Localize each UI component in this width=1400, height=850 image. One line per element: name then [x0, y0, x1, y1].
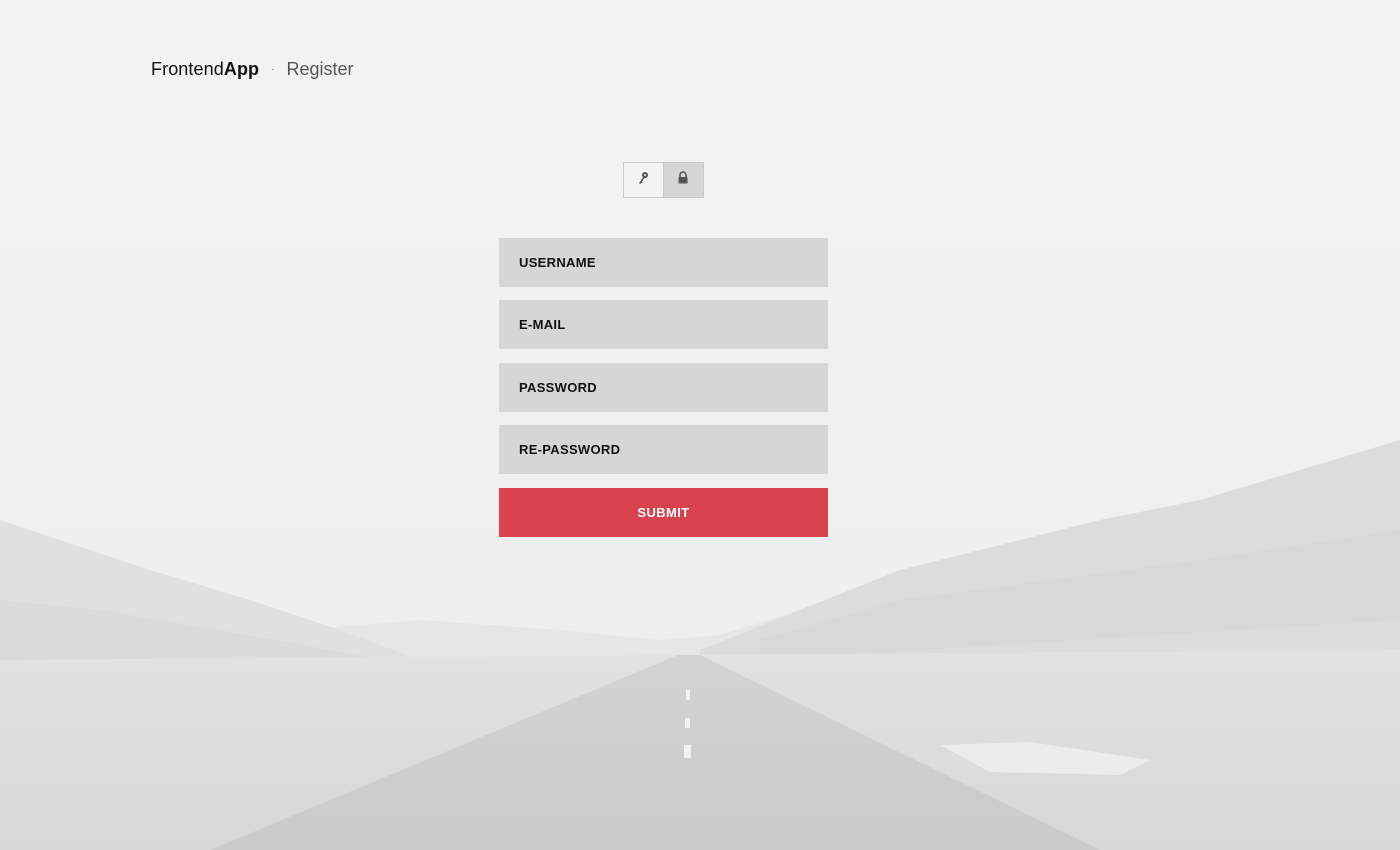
password-field[interactable]	[499, 363, 828, 412]
header: FrontendApp · Register	[151, 57, 354, 81]
key-icon	[637, 171, 649, 190]
auth-mode-switch	[623, 162, 704, 198]
breadcrumb-separator: ·	[271, 63, 275, 75]
page-title: Register	[286, 58, 354, 79]
brand-logo[interactable]: FrontendApp	[151, 59, 259, 80]
email-field[interactable]	[499, 300, 828, 349]
register-mode-button[interactable]	[663, 163, 703, 197]
brand-name-bold: App	[223, 58, 260, 79]
username-field[interactable]	[499, 238, 828, 287]
register-form: SUBMIT	[499, 238, 828, 537]
login-mode-button[interactable]	[624, 163, 664, 197]
lock-icon	[677, 171, 689, 189]
submit-button[interactable]: SUBMIT	[499, 488, 828, 537]
brand-name-light: Frontend	[151, 58, 224, 79]
repassword-field[interactable]	[499, 425, 828, 474]
